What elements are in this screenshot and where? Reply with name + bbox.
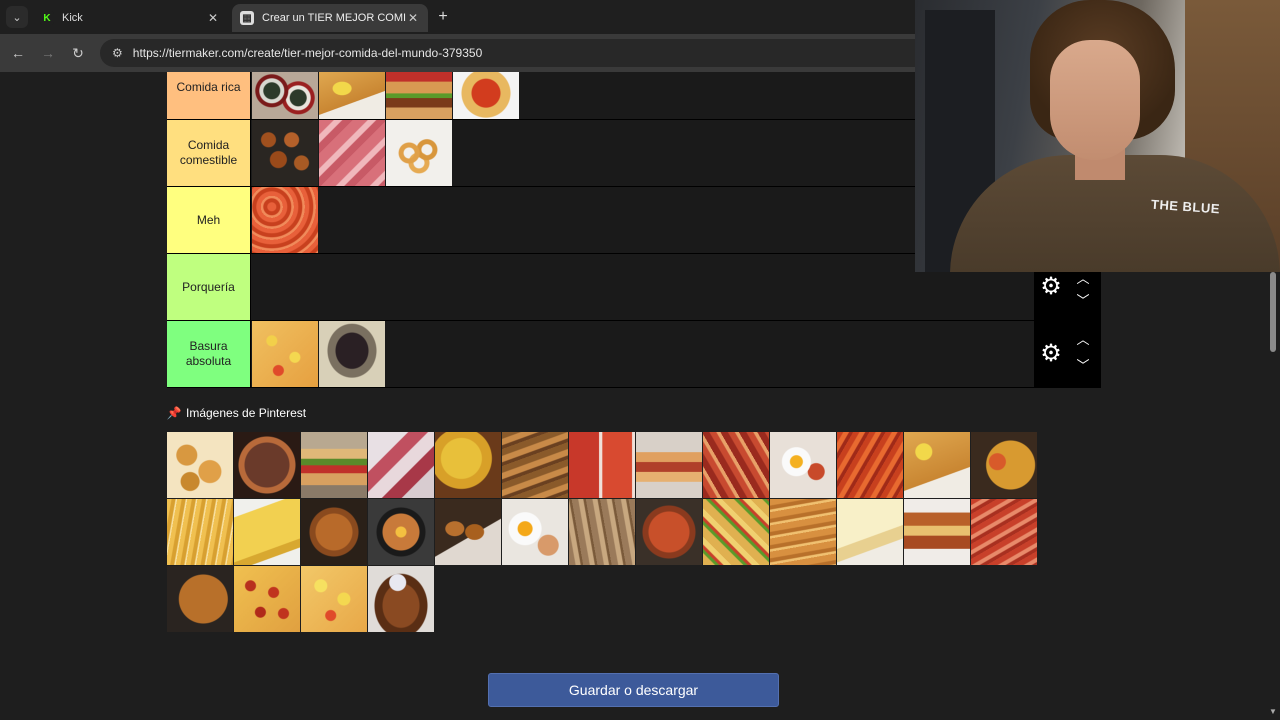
tab-title: Kick <box>62 12 83 24</box>
food-tile-roast-chicken[interactable] <box>301 499 367 565</box>
food-tile-tortilla[interactable] <box>234 499 300 565</box>
scrollbar-thumb[interactable] <box>1270 272 1276 352</box>
food-tile-pasta-tomato[interactable] <box>837 432 903 498</box>
gear-icon[interactable]: ⚙ <box>1038 341 1064 367</box>
food-tile-gazpacho[interactable] <box>569 432 635 498</box>
food-tile-burger[interactable] <box>386 72 452 119</box>
tier-label[interactable]: Meh <box>167 187 251 253</box>
food-tile-grilled-fish[interactable] <box>502 432 568 498</box>
tier-controls: ⚙ ︿ ﹀ <box>1034 321 1101 387</box>
pool-title-text: Imágenes de Pinterest <box>186 406 307 420</box>
food-tile-hawaiian-pizza[interactable] <box>252 321 318 387</box>
food-tile-prawns[interactable] <box>252 187 318 253</box>
food-tile-churros[interactable] <box>770 499 836 565</box>
tier-label[interactable]: Comida comestible <box>167 120 251 186</box>
gear-icon[interactable]: ⚙ <box>1038 274 1064 300</box>
food-tile-sushi[interactable] <box>252 72 318 119</box>
food-tile-tacos[interactable] <box>703 499 769 565</box>
url-text: https://tiermaker.com/create/tier-mejor-… <box>132 46 483 60</box>
tab-kick[interactable]: K Kick ✕ <box>32 4 228 32</box>
food-tile-jelly-shots[interactable] <box>368 432 434 498</box>
food-tile-spaghetti[interactable] <box>453 72 519 119</box>
tier-items <box>252 321 386 387</box>
tab-title: Crear un TIER MEJOR COMIDA <box>262 12 406 24</box>
food-tile-fries[interactable] <box>167 499 233 565</box>
food-tile-lasagna[interactable] <box>904 499 970 565</box>
image-pool <box>167 432 1102 633</box>
webcam-overlay: THE BLUE <box>915 0 1280 272</box>
food-tile-bat-soup[interactable] <box>319 321 385 387</box>
food-tile-bacon[interactable] <box>971 499 1037 565</box>
save-download-button[interactable]: Guardar o descargar <box>488 673 779 707</box>
close-icon[interactable]: ✕ <box>206 11 220 25</box>
tier-label[interactable]: Comida rica <box>167 72 251 119</box>
tiermaker-icon: ▦ <box>240 11 254 25</box>
food-tile-fried-egg[interactable] <box>502 499 568 565</box>
pool-title: 📌 Imágenes de Pinterest <box>166 406 307 420</box>
food-tile-sandwich[interactable] <box>301 432 367 498</box>
back-icon[interactable]: ← <box>8 43 28 63</box>
tier-items <box>252 120 453 186</box>
food-tile-schnitzel[interactable] <box>904 432 970 498</box>
food-tile-tonkatsu[interactable] <box>319 72 385 119</box>
food-tile-rice[interactable] <box>167 566 233 632</box>
tier-label[interactable]: Porquería <box>167 254 251 320</box>
food-tile-croquetas[interactable] <box>435 499 501 565</box>
food-tile-sausages[interactable] <box>703 432 769 498</box>
tier-label[interactable]: Basura absoluta <box>167 321 251 387</box>
scroll-down-icon[interactable]: ▼ <box>1269 707 1277 716</box>
tier-items <box>252 72 520 119</box>
food-tile-meatballs[interactable] <box>252 120 318 186</box>
food-tile-chicken-wings[interactable] <box>368 566 434 632</box>
pin-icon: 📌 <box>166 406 182 420</box>
site-info-icon[interactable]: ⚙ <box>112 46 123 60</box>
chevron-up-icon[interactable]: ︿ <box>1074 272 1092 286</box>
forward-icon[interactable]: → <box>38 43 58 63</box>
food-tile-pepperoni-pizza[interactable] <box>234 566 300 632</box>
kick-icon: K <box>40 11 54 25</box>
food-tile-hot-dog[interactable] <box>636 432 702 498</box>
chevron-up-icon[interactable]: ︿ <box>1074 333 1092 347</box>
new-tab-icon[interactable]: + <box>432 6 454 28</box>
food-tile-jamon[interactable] <box>319 120 385 186</box>
close-icon[interactable]: ✕ <box>406 11 420 25</box>
food-tile-paella[interactable] <box>435 432 501 498</box>
chevron-down-icon[interactable]: ﹀ <box>1074 359 1092 373</box>
reload-icon[interactable]: ↻ <box>68 43 88 63</box>
tier-items <box>252 187 319 253</box>
food-tile-ramen[interactable] <box>368 499 434 565</box>
food-tile-hawaiian-pizza-2[interactable] <box>301 566 367 632</box>
url-bar[interactable]: ⚙ https://tiermaker.com/create/tier-mejo… <box>100 39 930 67</box>
food-tile-calamari[interactable] <box>386 120 452 186</box>
food-tile-sardines[interactable] <box>569 499 635 565</box>
food-tile-soup[interactable] <box>636 499 702 565</box>
tab-search-icon[interactable]: ⌄ <box>6 6 28 28</box>
tier-row: Basura absoluta ⚙ ︿ ﹀ <box>167 321 1101 388</box>
food-tile-eggs-plate[interactable] <box>770 432 836 498</box>
tab-tiermaker[interactable]: ▦ Crear un TIER MEJOR COMIDA ✕ <box>232 4 428 32</box>
food-tile-seafood-paella[interactable] <box>971 432 1037 498</box>
webcam-person-face <box>1050 40 1140 160</box>
food-tile-nuggets[interactable] <box>167 432 233 498</box>
chevron-down-icon[interactable]: ﹀ <box>1074 294 1092 308</box>
food-tile-cheesecake[interactable] <box>837 499 903 565</box>
food-tile-meatball-bowl[interactable] <box>234 432 300 498</box>
